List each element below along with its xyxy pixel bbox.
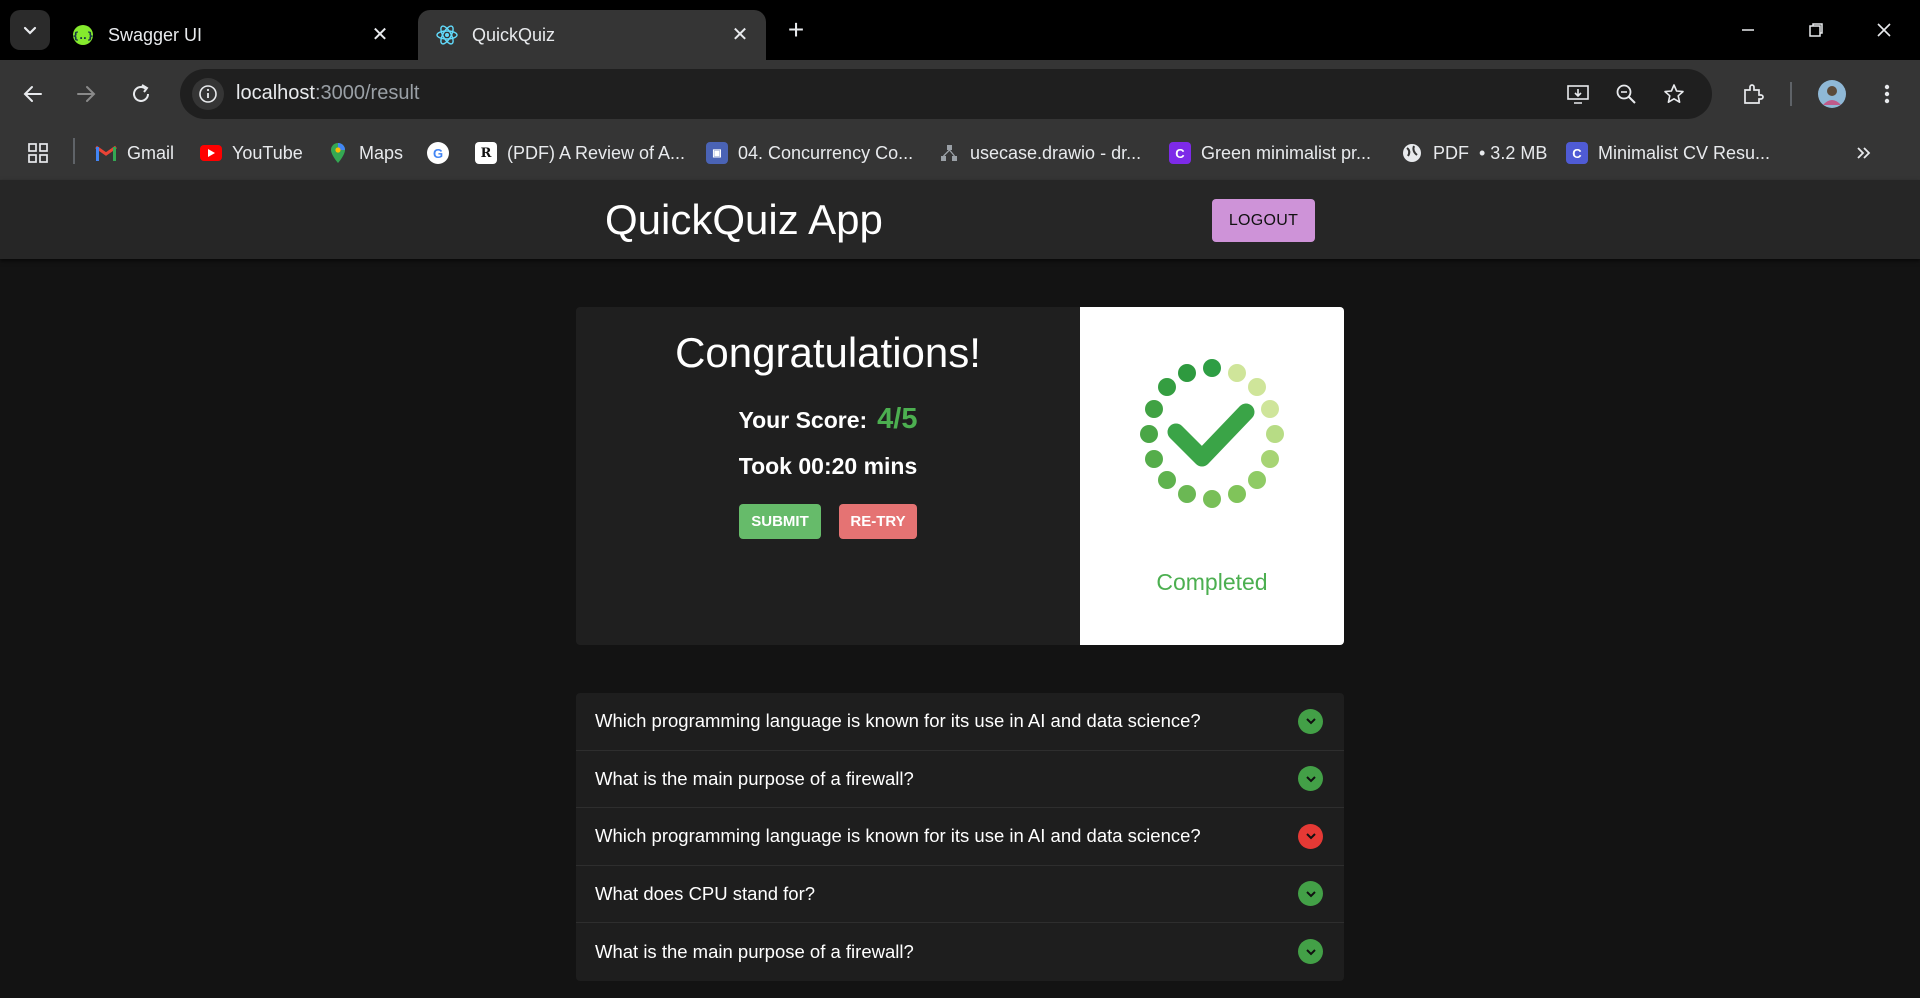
maps-icon bbox=[327, 142, 349, 164]
question-row[interactable]: What is the main purpose of a firewall? bbox=[576, 923, 1344, 981]
time-taken: Took 00:20 mins bbox=[738, 453, 918, 479]
score-row: Your Score: 4/5 bbox=[576, 403, 1080, 436]
bookmark-maps[interactable]: Maps bbox=[327, 139, 403, 167]
bookmark-label: YouTube bbox=[232, 142, 303, 163]
page-content: QuickQuiz App LOGOUT Congratulations! Yo… bbox=[0, 180, 1920, 998]
bookmark-researchgate[interactable]: R (PDF) A Review of A... bbox=[475, 139, 685, 167]
bookmark-pdf[interactable]: PDF • 3.2 MB bbox=[1401, 139, 1547, 167]
correct-chevron-icon[interactable] bbox=[1298, 939, 1323, 965]
submit-button[interactable]: SUBMIT bbox=[739, 504, 821, 539]
correct-chevron-icon[interactable] bbox=[1298, 766, 1323, 792]
reload-icon[interactable] bbox=[121, 74, 161, 114]
chevron-down-icon bbox=[23, 26, 37, 35]
bookmark-label: Green minimalist pr... bbox=[1201, 142, 1372, 163]
bookmark-youtube[interactable]: YouTube bbox=[200, 139, 303, 167]
toolbar-divider bbox=[1790, 82, 1792, 106]
researchgate-icon: R bbox=[475, 142, 497, 164]
site-info-icon[interactable] bbox=[192, 78, 224, 110]
tab-title: Swagger UI bbox=[108, 24, 203, 45]
browser-toolbar: localhost:3000/result bbox=[0, 60, 1920, 126]
more-menu-icon[interactable] bbox=[1867, 74, 1907, 114]
new-tab-button[interactable]: + bbox=[780, 14, 812, 46]
globe-icon bbox=[1401, 142, 1423, 164]
bookmark-label: 04. Concurrency Co... bbox=[738, 142, 914, 163]
address-bar[interactable]: localhost:3000/result bbox=[180, 69, 1712, 119]
bookmarks-divider bbox=[73, 138, 75, 164]
bookmark-concurrency[interactable]: ▣ 04. Concurrency Co... bbox=[706, 139, 913, 167]
url-text: localhost:3000/result bbox=[236, 82, 419, 105]
bookmark-label: Gmail bbox=[127, 142, 175, 163]
retry-button[interactable]: RE-TRY bbox=[839, 504, 917, 539]
bookmark-canva-cv[interactable]: C Minimalist CV Resu... bbox=[1566, 139, 1770, 167]
bookmark-size: • 3.2 MB bbox=[1479, 142, 1548, 163]
question-text: What is the main purpose of a firewall? bbox=[595, 767, 914, 789]
gmail-icon bbox=[95, 142, 117, 164]
profile-avatar[interactable] bbox=[1812, 74, 1852, 114]
bookmark-canva-green[interactable]: C Green minimalist pr... bbox=[1169, 139, 1371, 167]
extensions-icon[interactable] bbox=[1733, 74, 1773, 114]
tab-swagger[interactable]: {..} Swagger UI ✕ bbox=[54, 10, 406, 60]
swagger-icon: {..} bbox=[72, 24, 94, 46]
minimize-icon[interactable] bbox=[1728, 12, 1768, 48]
bookmark-label: (PDF) A Review of A... bbox=[507, 142, 686, 163]
completed-label: Completed bbox=[1156, 569, 1268, 595]
incorrect-chevron-icon[interactable] bbox=[1298, 823, 1323, 849]
app-header: QuickQuiz App LOGOUT bbox=[0, 180, 1920, 259]
bookmark-star-icon[interactable] bbox=[1658, 78, 1690, 110]
bookmark-label: Maps bbox=[359, 142, 404, 163]
question-text: Which programming language is known for … bbox=[595, 825, 1201, 847]
youtube-icon bbox=[200, 145, 222, 161]
tab-strip: {..} Swagger UI ✕ QuickQuiz ✕ + bbox=[0, 0, 1920, 60]
question-row[interactable]: What does CPU stand for? bbox=[576, 866, 1344, 923]
question-text: What is the main purpose of a firewall? bbox=[595, 940, 914, 962]
question-list: Which programming language is known for … bbox=[576, 693, 1344, 981]
result-card: Congratulations! Your Score: 4/5 Took 00… bbox=[576, 307, 1344, 645]
restore-icon[interactable] bbox=[1796, 12, 1836, 48]
bookmark-label: PDF bbox=[1433, 142, 1469, 163]
google-icon: G bbox=[427, 142, 449, 164]
correct-chevron-icon[interactable] bbox=[1298, 881, 1323, 907]
completed-panel: Completed bbox=[1080, 307, 1344, 645]
result-summary: Congratulations! Your Score: 4/5 Took 00… bbox=[576, 307, 1080, 645]
bookmarks-overflow-icon[interactable] bbox=[1855, 139, 1873, 167]
bookmark-drawio[interactable]: usecase.drawio - dr... bbox=[938, 139, 1141, 167]
score-label: Your Score: bbox=[738, 407, 868, 433]
drawio-icon bbox=[938, 142, 960, 164]
tab-search-button[interactable] bbox=[10, 10, 50, 50]
close-tab-icon[interactable]: ✕ bbox=[728, 23, 752, 47]
question-text: What does CPU stand for? bbox=[595, 882, 816, 904]
canva-icon: C bbox=[1566, 142, 1588, 164]
close-window-icon[interactable] bbox=[1864, 12, 1904, 48]
apps-grid-icon[interactable] bbox=[26, 139, 50, 167]
bookmark-label: usecase.drawio - dr... bbox=[970, 142, 1142, 163]
tab-title: QuickQuiz bbox=[472, 24, 556, 45]
bookmark-gmail[interactable]: Gmail bbox=[95, 139, 174, 167]
back-icon[interactable] bbox=[13, 74, 53, 114]
url-host: localhost bbox=[236, 82, 315, 104]
score-value: 4/5 bbox=[877, 403, 918, 435]
logout-button[interactable]: LOGOUT bbox=[1212, 199, 1315, 242]
react-icon bbox=[436, 24, 458, 46]
question-row[interactable]: Which programming language is known for … bbox=[576, 808, 1344, 866]
correct-chevron-icon[interactable] bbox=[1298, 708, 1323, 734]
tab-quickquiz[interactable]: QuickQuiz ✕ bbox=[418, 10, 766, 60]
app-title: QuickQuiz App bbox=[605, 196, 883, 243]
question-text: Which programming language is known for … bbox=[595, 710, 1201, 732]
bookmark-label: Minimalist CV Resu... bbox=[1598, 142, 1771, 163]
bookmark-google[interactable]: G bbox=[427, 139, 459, 167]
canva-icon: C bbox=[1169, 142, 1191, 164]
svg-text:{..}: {..} bbox=[72, 31, 94, 42]
forward-icon[interactable] bbox=[66, 74, 106, 114]
question-row[interactable]: What is the main purpose of a firewall? bbox=[576, 751, 1344, 808]
close-tab-icon[interactable]: ✕ bbox=[368, 23, 392, 47]
zoom-icon[interactable] bbox=[1610, 78, 1642, 110]
congrats-heading: Congratulations! bbox=[675, 329, 981, 376]
question-row[interactable]: Which programming language is known for … bbox=[576, 693, 1344, 751]
completed-check-icon bbox=[1140, 359, 1284, 508]
url-path: :3000/result bbox=[314, 82, 420, 104]
install-app-icon[interactable] bbox=[1562, 78, 1594, 110]
doc-icon: ▣ bbox=[706, 142, 728, 164]
